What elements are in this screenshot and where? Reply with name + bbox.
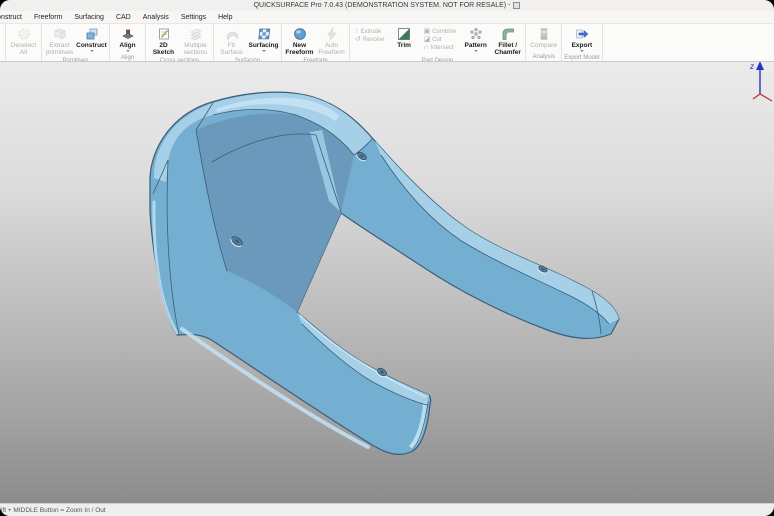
combine-button[interactable]: ▣Combine (424, 29, 457, 35)
multiple-sections-icon (189, 27, 203, 41)
ribbon-group-primitives: Extract primitives Construct Primitives (42, 24, 110, 61)
group-label: Align (112, 54, 143, 62)
auto-freeform-icon (325, 27, 339, 41)
construct-dropdown-icon[interactable] (90, 50, 94, 54)
fit-surface-button[interactable]: Fit Surface (216, 25, 247, 57)
export-button[interactable]: Export (566, 25, 597, 54)
part-design-stack-2: ▣Combine ◪Cut ∩Intersect (421, 25, 460, 57)
surfacing-dropdown-icon[interactable] (262, 50, 266, 54)
ribbon-group-surfacing: Fit Surface Surfacing Surfacing (214, 24, 282, 61)
intersect-button[interactable]: ∩Intersect (424, 45, 457, 51)
multiple-sections-button[interactable]: Multiple sections (180, 25, 211, 57)
auto-freeform-button[interactable]: Auto Freeform (316, 25, 347, 57)
intersect-icon: ∩ (424, 45, 429, 51)
trim-icon (397, 27, 411, 41)
menu-cad[interactable]: CAD (110, 14, 137, 21)
combine-icon: ▣ (424, 29, 431, 35)
surfacing-icon (257, 27, 271, 41)
cut-button[interactable]: ◪Cut (424, 37, 457, 43)
menu-help[interactable]: Help (212, 14, 238, 21)
group-label (8, 59, 39, 61)
menu-freeform[interactable]: Freeform (28, 14, 68, 21)
extrude-button[interactable]: ↑Extrude (355, 29, 385, 35)
axis-z-label: z (749, 62, 754, 71)
model[interactable] (150, 92, 619, 454)
scene-canvas[interactable]: z (0, 62, 774, 503)
window-icon (513, 2, 520, 9)
new-freeform-icon (293, 27, 307, 41)
sketch-2d-icon (157, 27, 171, 41)
ribbon-group-part-design: ↑Extrude ↺Revolve Trim ▣Combine ◪Cut ∩In… (350, 24, 526, 61)
construct-icon (85, 27, 99, 41)
cut-icon: ◪ (424, 37, 431, 43)
fillet-chamfer-button[interactable]: Fillet / Chamfer (492, 25, 523, 57)
axis-triad: z (749, 62, 772, 101)
ribbon-group-align: Align Align (110, 24, 146, 61)
compare-button[interactable]: Compare (528, 25, 559, 53)
part-design-stack-1: ↑Extrude ↺Revolve (352, 25, 388, 57)
ribbon-group-select: Deselect All (6, 24, 42, 61)
align-button[interactable]: Align (112, 25, 143, 54)
construct-button[interactable]: Construct (76, 25, 107, 57)
deselect-all-icon (17, 27, 31, 41)
menu-bar: Construct Freeform Surfacing CAD Analysi… (0, 11, 774, 24)
group-label: Analysis (528, 53, 559, 61)
deselect-all-button[interactable]: Deselect All (8, 25, 39, 59)
ribbon-group-freeform: New Freeform Auto Freeform Freeform (282, 24, 350, 61)
align-icon (121, 27, 135, 41)
title-bar: QUICKSURFACE Pro 7.0.43 (DEMONSTRATION S… (0, 0, 774, 11)
menu-settings[interactable]: Settings (175, 14, 212, 21)
3d-viewport[interactable]: z (0, 62, 774, 503)
app-window: QUICKSURFACE Pro 7.0.43 (DEMONSTRATION S… (0, 0, 774, 516)
export-icon (575, 27, 589, 41)
compare-icon (537, 27, 551, 41)
revolve-icon: ↺ (355, 37, 361, 43)
extract-primitives-icon (53, 27, 67, 41)
ribbon-group-export: Export Export Model (562, 24, 602, 61)
pattern-dropdown-icon[interactable] (474, 50, 478, 54)
status-hint: Shift + MIDDLE Button = Zoom In / Out (0, 507, 106, 514)
menu-surfacing[interactable]: Surfacing (68, 14, 110, 21)
pattern-icon (469, 27, 483, 41)
menu-construct[interactable]: Construct (0, 14, 28, 21)
extrude-icon: ↑ (355, 29, 359, 35)
group-label: Export Model (564, 54, 599, 62)
new-freeform-button[interactable]: New Freeform (284, 25, 315, 57)
fillet-chamfer-icon (501, 27, 515, 41)
ribbon: Deselect All Extract primitives (0, 24, 774, 62)
ribbon-group-cross-sections: 2D Sketch Multiple sections Cross sectio… (146, 24, 214, 61)
pattern-button[interactable]: Pattern (460, 25, 491, 57)
trim-button[interactable]: Trim (389, 25, 420, 57)
menu-analysis[interactable]: Analysis (137, 14, 175, 21)
sketch-2d-button[interactable]: 2D Sketch (148, 25, 179, 57)
fit-surface-icon (225, 27, 239, 41)
extract-primitives-button[interactable]: Extract primitives (44, 25, 75, 57)
revolve-button[interactable]: ↺Revolve (355, 37, 385, 43)
status-bar: Shift + MIDDLE Button = Zoom In / Out (0, 503, 774, 516)
surfacing-button[interactable]: Surfacing (248, 25, 279, 57)
ribbon-group-analysis: Compare Analysis (526, 24, 562, 61)
window-title: QUICKSURFACE Pro 7.0.43 (DEMONSTRATION S… (254, 2, 511, 9)
